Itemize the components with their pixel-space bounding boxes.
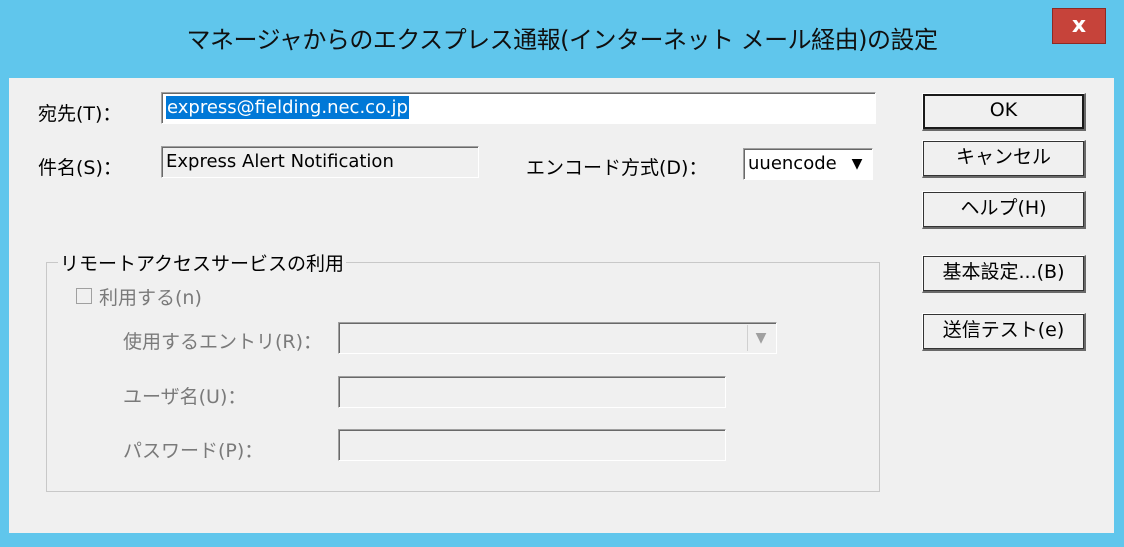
encode-select[interactable]: uuencode ▼ — [743, 148, 873, 180]
encode-select-value: uuencode — [748, 153, 837, 174]
dialog-client-area: 宛先(T)： express@fielding.nec.co.jp 件名(S)：… — [9, 78, 1114, 533]
chevron-down-icon[interactable]: ▼ — [844, 151, 870, 177]
title-bar[interactable]: マネージャからのエクスプレス通報(インターネット メール経由)の設定 x — [0, 0, 1124, 78]
to-input-value: express@fielding.nec.co.jp — [166, 96, 409, 119]
entry-select[interactable]: ▼ — [338, 322, 777, 354]
chevron-down-icon[interactable]: ▼ — [747, 325, 774, 351]
use-remote-access-checkbox[interactable] — [76, 288, 92, 304]
dialog-window: マネージャからのエクスプレス通報(インターネット メール経由)の設定 x 宛先(… — [0, 0, 1124, 547]
remote-access-group-title: リモートアクセスサービスの利用 — [58, 249, 347, 276]
window-title: マネージャからのエクスプレス通報(インターネット メール経由)の設定 — [186, 26, 938, 54]
help-button[interactable]: ヘルプ(H) — [922, 191, 1086, 229]
encode-label: エンコード方式(D)： — [526, 157, 708, 179]
password-label: パスワード(P)： — [123, 440, 264, 462]
close-button[interactable]: x — [1052, 8, 1106, 44]
cancel-button[interactable]: キャンセル — [922, 140, 1086, 178]
basic-settings-button[interactable]: 基本設定...(B) — [922, 255, 1086, 293]
send-test-button[interactable]: 送信テスト(e) — [922, 313, 1086, 351]
ok-button[interactable]: OK — [922, 93, 1086, 131]
subject-label: 件名(S)： — [38, 157, 122, 179]
username-label: ユーザ名(U)： — [123, 386, 247, 408]
password-input[interactable] — [338, 429, 726, 461]
to-input[interactable]: express@fielding.nec.co.jp — [161, 92, 876, 124]
to-label: 宛先(T)： — [38, 103, 122, 125]
entry-label: 使用するエントリ(R)： — [123, 331, 323, 353]
username-input[interactable] — [338, 376, 726, 408]
subject-field: Express Alert Notification — [161, 146, 479, 178]
use-remote-access-label: 利用する(n) — [99, 287, 202, 309]
